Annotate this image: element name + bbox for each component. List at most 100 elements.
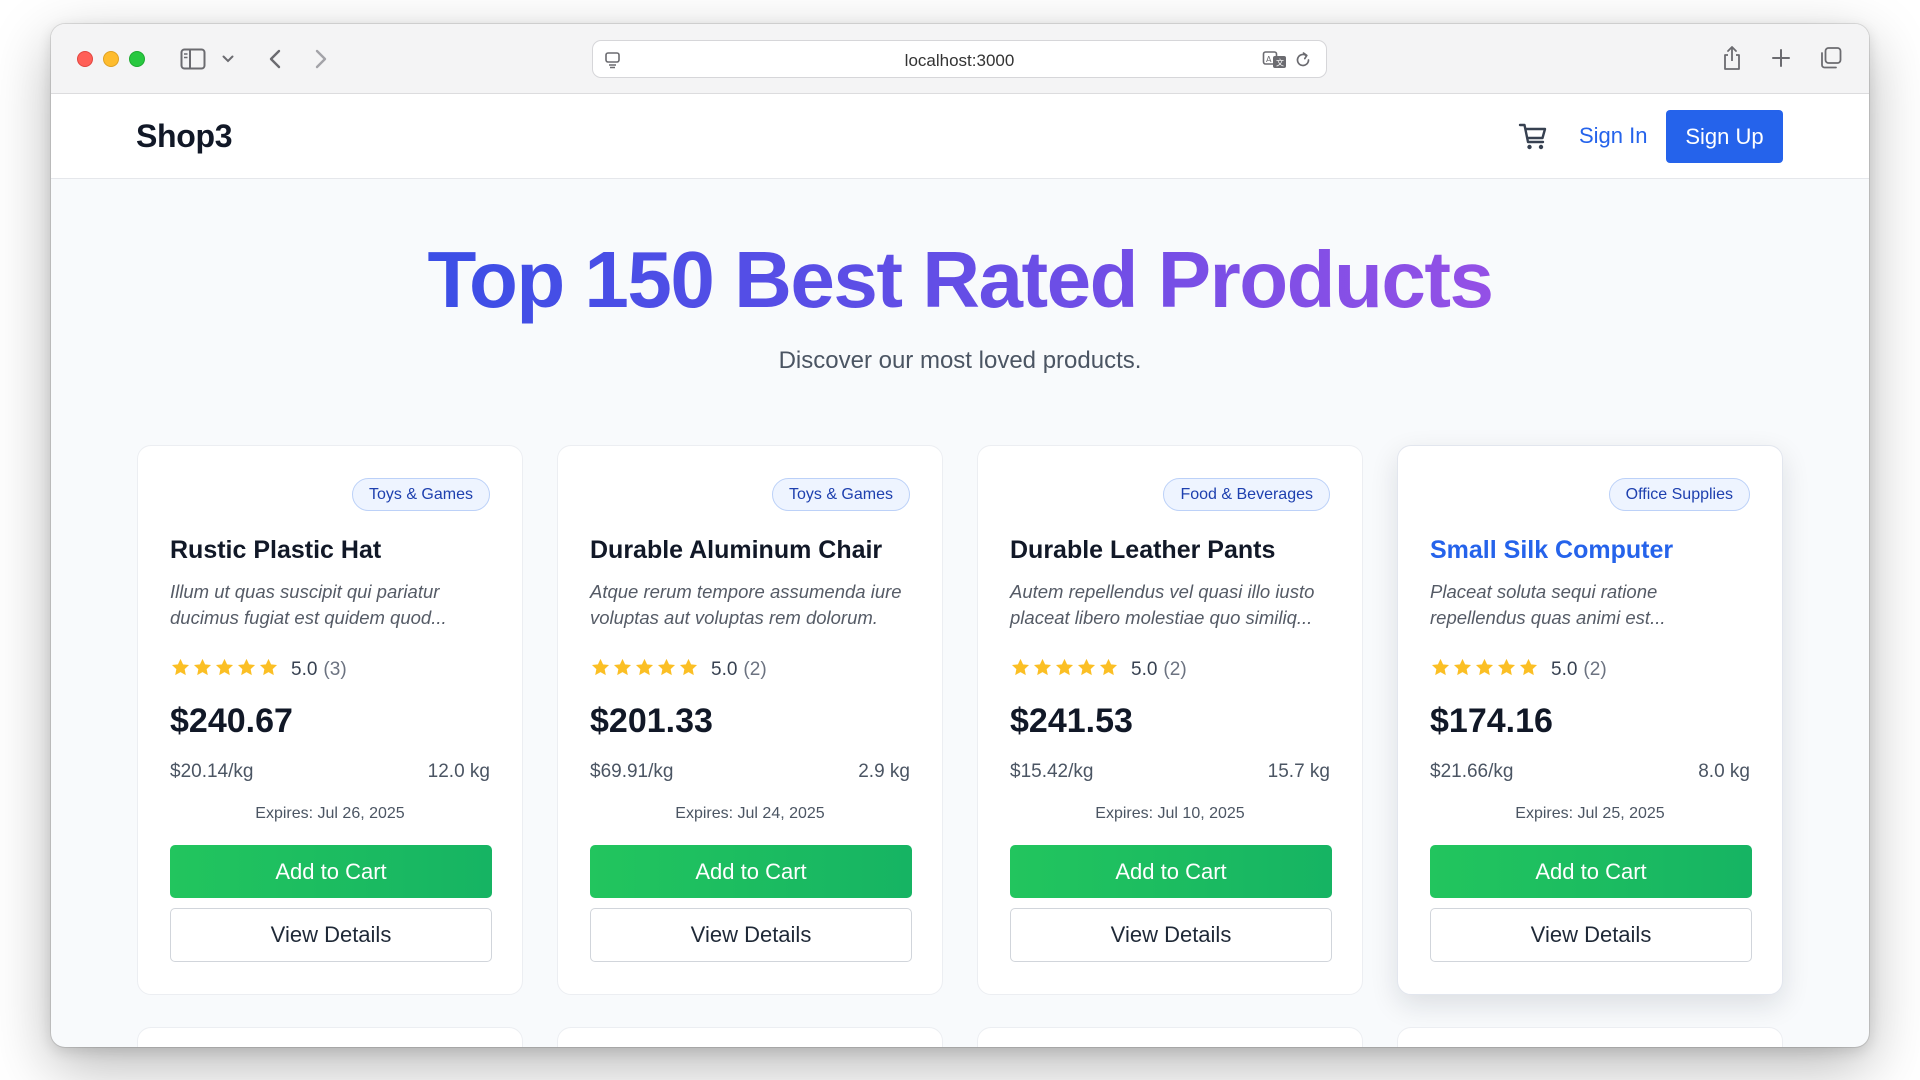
product-name[interactable]: Rustic Plastic Hat	[170, 536, 381, 565]
unit-price: $69.91/kg	[590, 761, 674, 782]
sign-up-button[interactable]: Sign Up	[1666, 110, 1783, 163]
translate-icon[interactable]: A文	[1262, 49, 1288, 71]
unit-price: $15.42/kg	[1010, 761, 1094, 782]
product-description: Illum ut quas suscipit qui pariatur duci…	[170, 581, 447, 628]
sidebar-toggle-icon[interactable]	[179, 46, 207, 72]
star-icon	[1098, 657, 1119, 683]
product-description: Autem repellendus vel quasi illo iusto p…	[1010, 581, 1315, 628]
product-weight: 8.0 kg	[1698, 761, 1750, 782]
star-icon	[678, 657, 699, 683]
site-header: Shop3 Sign In Sign Up	[51, 94, 1869, 179]
star-icon	[1474, 657, 1495, 683]
product-price: $174.16	[1430, 702, 1553, 740]
new-tab-icon[interactable]	[1769, 46, 1793, 70]
product-weight: 2.9 kg	[858, 761, 910, 782]
rating-value: 5.0	[711, 659, 738, 680]
review-count: (2)	[743, 659, 767, 680]
forward-icon[interactable]	[309, 46, 333, 72]
product-card-partial	[977, 1027, 1363, 1047]
product-rating: 5.0 (2)	[590, 657, 767, 683]
reload-icon[interactable]	[1293, 50, 1313, 70]
star-icon	[258, 657, 279, 683]
rating-stars	[590, 657, 699, 683]
product-description: Placeat soluta sequi ratione repellendus…	[1430, 581, 1666, 628]
star-icon	[1032, 657, 1053, 683]
add-to-cart-button[interactable]: Add to Cart	[1010, 845, 1332, 898]
rating-stars	[170, 657, 279, 683]
star-icon	[1518, 657, 1539, 683]
add-to-cart-button[interactable]: Add to Cart	[1430, 845, 1752, 898]
star-icon	[1496, 657, 1517, 683]
page-subtitle: Discover our most loved products.	[778, 347, 1142, 374]
star-icon	[192, 657, 213, 683]
rating-value: 5.0	[1551, 659, 1578, 680]
rating-stars	[1430, 657, 1539, 683]
star-icon	[656, 657, 677, 683]
chevron-down-icon[interactable]	[221, 52, 235, 66]
unit-price: $20.14/kg	[170, 761, 254, 782]
product-rating: 5.0 (3)	[170, 657, 347, 683]
star-icon	[214, 657, 235, 683]
product-rating: 5.0 (2)	[1430, 657, 1607, 683]
product-price: $201.33	[590, 702, 713, 740]
product-name[interactable]: Small Silk Computer	[1430, 536, 1673, 565]
star-icon	[236, 657, 257, 683]
product-name[interactable]: Durable Aluminum Chair	[590, 536, 882, 565]
star-icon	[170, 657, 191, 683]
add-to-cart-button[interactable]: Add to Cart	[170, 845, 492, 898]
cart-icon[interactable]	[1516, 119, 1550, 153]
product-weight: 12.0 kg	[427, 761, 490, 782]
browser-toolbar: localhost:3000 A文	[51, 24, 1869, 94]
review-count: (3)	[323, 659, 347, 680]
unit-price: $21.66/kg	[1430, 761, 1514, 782]
review-count: (2)	[1163, 659, 1187, 680]
zoom-window-button[interactable]	[129, 51, 145, 67]
product-weight: 15.7 kg	[1267, 761, 1330, 782]
category-badge: Office Supplies	[1608, 478, 1750, 511]
expiry-date: Expires: Jul 10, 2025	[1095, 805, 1245, 822]
add-to-cart-button[interactable]: Add to Cart	[590, 845, 912, 898]
product-card[interactable]: Office Supplies Small Silk Computer Placea…	[1397, 445, 1783, 995]
view-details-button[interactable]: View Details	[590, 908, 912, 962]
product-card-partial	[137, 1027, 523, 1047]
minimize-window-button[interactable]	[103, 51, 119, 67]
page-title: Top 150 Best Rated Products	[51, 234, 1869, 326]
expiry-date: Expires: Jul 25, 2025	[1515, 805, 1665, 822]
svg-text:A: A	[1266, 55, 1272, 64]
product-card[interactable]: Toys & Games Durable Aluminum Chair Atque …	[557, 445, 943, 995]
product-card-partial	[1397, 1027, 1783, 1047]
address-bar[interactable]: localhost:3000 A文	[592, 40, 1327, 78]
product-card-partial	[557, 1027, 943, 1047]
share-icon[interactable]	[1720, 44, 1744, 72]
browser-window: localhost:3000 A文 Shop3 Sign In Sign Up …	[51, 24, 1869, 1047]
view-details-button[interactable]: View Details	[1430, 908, 1752, 962]
star-icon	[1010, 657, 1031, 683]
shop-logo[interactable]: Shop3	[136, 118, 233, 155]
product-card[interactable]: Food & Beverages Durable Leather Pants Aut…	[977, 445, 1363, 995]
page-title-text: Top 150 Best Rated Products	[427, 235, 1494, 324]
review-count: (2)	[1583, 659, 1607, 680]
view-details-button[interactable]: View Details	[1010, 908, 1332, 962]
product-rating: 5.0 (2)	[1010, 657, 1187, 683]
rating-value: 5.0	[1131, 659, 1158, 680]
star-icon	[612, 657, 633, 683]
product-price: $241.53	[1010, 702, 1133, 740]
category-badge: Toys & Games	[351, 478, 490, 511]
url-text: localhost:3000	[904, 51, 1015, 70]
svg-text:文: 文	[1276, 58, 1284, 68]
star-icon	[1076, 657, 1097, 683]
star-icon	[634, 657, 655, 683]
star-icon	[590, 657, 611, 683]
sign-in-link[interactable]: Sign In	[1579, 123, 1648, 149]
close-window-button[interactable]	[77, 51, 93, 67]
star-icon	[1430, 657, 1451, 683]
product-name[interactable]: Durable Leather Pants	[1010, 536, 1275, 565]
category-badge: Toys & Games	[771, 478, 910, 511]
tab-overview-icon[interactable]	[1818, 45, 1844, 71]
view-details-button[interactable]: View Details	[170, 908, 492, 962]
back-icon[interactable]	[263, 46, 287, 72]
star-icon	[1054, 657, 1075, 683]
product-card[interactable]: Toys & Games Rustic Plastic Hat Illum ut q…	[137, 445, 523, 995]
product-description: Atque rerum tempore assumenda iure volup…	[590, 581, 902, 628]
rating-value: 5.0	[291, 659, 318, 680]
